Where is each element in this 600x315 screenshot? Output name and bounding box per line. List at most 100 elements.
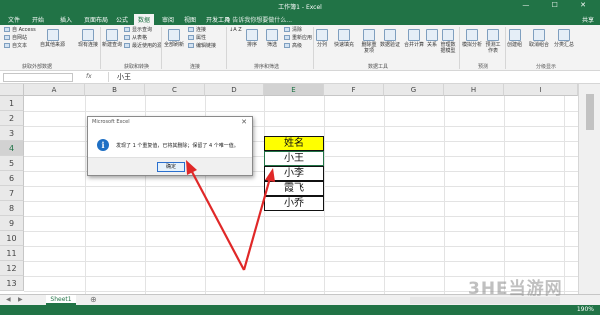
window-controls[interactable]: — ☐ ✕: [522, 1, 596, 9]
sort-icon: [246, 29, 258, 41]
row-header[interactable]: 12: [0, 261, 24, 276]
tab-formulas[interactable]: 公式: [112, 14, 132, 25]
row-header[interactable]: 13: [0, 276, 24, 291]
prev-sheet-icon[interactable]: ◀: [6, 296, 11, 303]
column-header[interactable]: I: [504, 84, 578, 96]
from-web-button[interactable]: 自网站: [4, 35, 27, 42]
group-separator: [226, 27, 227, 69]
recent-sources-button[interactable]: 最近使用的源: [124, 43, 162, 50]
text-icon: [4, 43, 10, 48]
cell-e6[interactable]: 霞飞: [264, 181, 324, 196]
existing-connections-button[interactable]: 现有连接: [78, 29, 98, 48]
flash-fill-button[interactable]: 快速填充: [334, 29, 354, 48]
select-all-corner[interactable]: [0, 84, 24, 96]
group-button[interactable]: 创建组: [507, 29, 522, 48]
sort-button[interactable]: 排序: [246, 29, 258, 48]
cell-e7[interactable]: 小乔: [264, 196, 324, 211]
text-to-columns-button[interactable]: 分列: [316, 29, 328, 48]
sort-az-button[interactable]: ↓A Z: [229, 27, 242, 34]
gridline: [24, 111, 578, 112]
consolidate-button[interactable]: 合并计算: [404, 29, 424, 48]
from-table-button[interactable]: 从表格: [124, 35, 147, 42]
refresh-all-button[interactable]: 全部刷新: [164, 29, 184, 48]
link-icon: [188, 27, 194, 32]
column-header[interactable]: D: [205, 84, 264, 96]
scroll-thumb[interactable]: [586, 94, 594, 130]
tab-data[interactable]: 数据: [134, 14, 155, 25]
flash-fill-icon: [338, 29, 350, 41]
column-header[interactable]: E: [264, 84, 324, 96]
show-query-icon: [124, 27, 130, 32]
row-header[interactable]: 8: [0, 201, 24, 216]
formula-input[interactable]: 小王: [108, 72, 588, 82]
cell-e4[interactable]: 小王: [264, 151, 324, 166]
reapply-button[interactable]: 重新应用: [284, 35, 312, 42]
row-header[interactable]: 1: [0, 96, 24, 111]
new-query-button[interactable]: 新建查询: [102, 29, 122, 48]
row-header[interactable]: 3: [0, 126, 24, 141]
manage-data-model-button[interactable]: 管理数据模型: [439, 29, 457, 54]
column-header[interactable]: C: [145, 84, 205, 96]
from-text-button[interactable]: 自文本: [4, 43, 27, 50]
row-header[interactable]: 6: [0, 171, 24, 186]
properties-button[interactable]: 属性: [188, 35, 206, 42]
sheet-tab-sheet1[interactable]: Sheet1: [46, 295, 76, 305]
tell-me-search[interactable]: ♀ 告诉我你想要做什么...: [226, 15, 292, 24]
forecast-icon: [487, 29, 499, 41]
other-sources-button[interactable]: 自其他来源: [40, 29, 65, 48]
tab-page-layout[interactable]: 页面布局: [80, 14, 112, 25]
column-header[interactable]: H: [444, 84, 504, 96]
column-header[interactable]: G: [384, 84, 444, 96]
filter-button[interactable]: 筛选: [266, 29, 278, 48]
group-separator: [313, 27, 314, 69]
show-query-button[interactable]: 显示查询: [124, 27, 152, 34]
row-header[interactable]: 5: [0, 156, 24, 171]
tab-view[interactable]: 视图: [180, 14, 200, 25]
edit-links-button[interactable]: 编辑链接: [188, 43, 216, 50]
row-header[interactable]: 10: [0, 231, 24, 246]
data-validation-button[interactable]: 数据验证: [380, 29, 400, 48]
cell-e3-header[interactable]: 姓名: [264, 136, 324, 151]
row-header[interactable]: 2: [0, 111, 24, 126]
row-header[interactable]: 7: [0, 186, 24, 201]
remove-duplicates-button[interactable]: 删除重复项: [360, 29, 378, 54]
clear-button[interactable]: 清除: [284, 27, 302, 34]
subtotal-button[interactable]: 分类汇总: [554, 29, 574, 48]
relationships-button[interactable]: 关系: [426, 29, 438, 48]
tab-insert[interactable]: 插入: [56, 14, 76, 25]
row-header[interactable]: 4: [0, 141, 24, 156]
group-label-get-transform: 获取和转换: [124, 64, 150, 70]
status-bar: 190%: [0, 305, 600, 315]
cell-e5[interactable]: 小李: [264, 166, 324, 181]
column-header[interactable]: B: [85, 84, 145, 96]
dialog-title: Microsoft Excel: [92, 119, 130, 125]
vertical-scrollbar[interactable]: [578, 84, 600, 294]
ungroup-button[interactable]: 取消组合: [529, 29, 549, 48]
columns-icon: [316, 29, 328, 41]
next-sheet-icon[interactable]: ▶: [18, 296, 23, 303]
tab-home[interactable]: 开始: [28, 14, 48, 25]
forecast-sheet-button[interactable]: 预测工作表: [484, 29, 502, 54]
ok-button[interactable]: 确定: [157, 162, 185, 172]
what-if-button[interactable]: 模拟分析: [462, 29, 482, 48]
column-header[interactable]: A: [24, 84, 85, 96]
title-bar: 工作簿1 - Excel — ☐ ✕: [0, 0, 600, 12]
row-header[interactable]: 9: [0, 216, 24, 231]
access-icon: [4, 27, 10, 32]
row-header[interactable]: 11: [0, 246, 24, 261]
share-button[interactable]: 共享: [582, 15, 594, 24]
tab-file[interactable]: 文件: [4, 14, 24, 25]
insert-function-button[interactable]: fx: [86, 73, 92, 80]
add-sheet-button[interactable]: ⊕: [90, 295, 97, 305]
reapply-icon: [284, 35, 290, 40]
dialog-close-button[interactable]: ✕: [241, 118, 247, 126]
zoom-level[interactable]: 190%: [577, 306, 594, 313]
name-box[interactable]: [3, 73, 73, 82]
advanced-button[interactable]: 高级: [284, 43, 302, 50]
connections-button[interactable]: 连接: [188, 27, 206, 34]
column-header[interactable]: F: [324, 84, 384, 96]
gridline: [24, 231, 578, 232]
advanced-icon: [284, 43, 290, 48]
tab-review[interactable]: 审阅: [158, 14, 178, 25]
from-access-button[interactable]: 自 Access: [4, 27, 36, 34]
